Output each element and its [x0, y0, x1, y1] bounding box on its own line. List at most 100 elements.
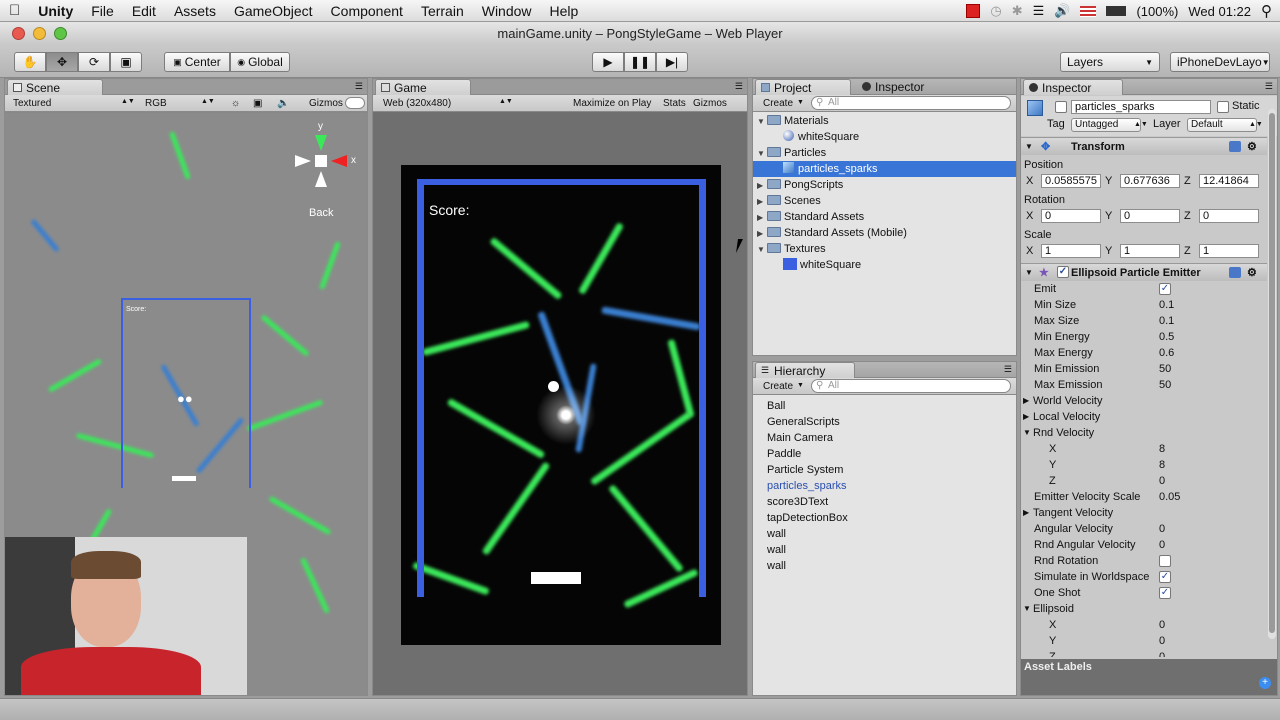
project-item[interactable]: ▶ Standard Assets (Mobile): [753, 225, 1016, 241]
flag-icon[interactable]: [1080, 5, 1097, 17]
render-mode-dropdown[interactable]: Textured: [13, 97, 131, 110]
move-tool-button[interactable]: ✥: [46, 52, 78, 72]
tab-project[interactable]: Project: [755, 79, 851, 95]
hand-tool-button[interactable]: ✋: [14, 52, 46, 72]
color-mode-dropdown[interactable]: RGB: [145, 97, 205, 110]
emitter-property-checkbox[interactable]: ✓: [1159, 571, 1171, 583]
fold-closed-icon[interactable]: ▶: [757, 178, 767, 194]
menu-component[interactable]: Component: [322, 0, 412, 22]
game-viewport[interactable]: Score:: [401, 165, 721, 645]
fold-open-icon[interactable]: ▼: [1025, 138, 1033, 156]
fold-closed-icon[interactable]: ▶: [757, 210, 767, 226]
menu-assets[interactable]: Assets: [165, 0, 225, 22]
pivot-center-button[interactable]: ▣ Center: [164, 52, 230, 72]
hierarchy-item[interactable]: GeneralScripts: [753, 414, 1016, 430]
active-checkbox[interactable]: [1055, 101, 1067, 113]
fold-closed-icon[interactable]: ▶: [757, 194, 767, 210]
tag-dropdown[interactable]: Untagged: [1071, 118, 1141, 132]
position-z-field[interactable]: 12.41864: [1199, 174, 1259, 188]
rotation-z-field[interactable]: 0: [1199, 209, 1259, 223]
fold-closed-icon[interactable]: ▶: [1023, 409, 1029, 425]
panel-menu-icon[interactable]: ☰: [735, 81, 743, 92]
scale-y-field[interactable]: 1: [1120, 244, 1180, 258]
emitter-property-checkbox[interactable]: ✓: [1159, 587, 1171, 599]
tab-hierarchy[interactable]: ☰ Hierarchy: [755, 362, 855, 378]
battery-icon[interactable]: [1106, 6, 1127, 16]
scene-audio-icon[interactable]: 🔈: [277, 97, 289, 110]
add-label-icon[interactable]: +: [1259, 677, 1271, 689]
hierarchy-item[interactable]: Ball: [753, 398, 1016, 414]
hierarchy-item[interactable]: wall: [753, 526, 1016, 542]
camera-gizmo-icon[interactable]: ●●: [177, 391, 193, 406]
inspector-scrollbar[interactable]: [1268, 109, 1276, 639]
inspector-scroll[interactable]: ▼ ✥ Transform ⚙ Position X 0.0585575 Y 0…: [1021, 137, 1267, 657]
project-item[interactable]: particles_sparks: [753, 161, 1016, 177]
panel-menu-icon[interactable]: ☰: [355, 81, 363, 92]
emitter-property-value[interactable]: 0.1: [1159, 297, 1174, 313]
layers-dropdown[interactable]: Layers ▼: [1060, 52, 1160, 72]
project-item[interactable]: whiteSquare: [753, 257, 1016, 273]
emitter-property-value[interactable]: 0: [1159, 537, 1165, 553]
record-icon[interactable]: [966, 4, 981, 18]
emitter-property-value[interactable]: 0.05: [1159, 489, 1180, 505]
emitter-property-value[interactable]: 0: [1159, 633, 1165, 649]
tab-game[interactable]: Game: [375, 79, 471, 95]
hierarchy-item[interactable]: tapDetectionBox: [753, 510, 1016, 526]
emitter-property-checkbox[interactable]: [1159, 555, 1171, 567]
menu-file[interactable]: File: [82, 0, 123, 22]
project-item[interactable]: ▶ Standard Assets: [753, 209, 1016, 225]
play-button[interactable]: ▶: [592, 52, 624, 72]
gear-icon[interactable]: ⚙: [1247, 264, 1257, 282]
project-item[interactable]: whiteSquare: [753, 129, 1016, 145]
emitter-enabled-checkbox[interactable]: ✓: [1057, 266, 1069, 278]
clock[interactable]: Wed 01:22: [1188, 4, 1251, 19]
wifi-icon[interactable]: ☰: [1033, 3, 1045, 19]
emitter-property-value[interactable]: 8: [1159, 457, 1165, 473]
project-item[interactable]: ▶ PongScripts: [753, 177, 1016, 193]
pivot-global-button[interactable]: ◉ Global: [230, 52, 290, 72]
scene-gizmos-dropdown[interactable]: Gizmos: [309, 97, 343, 110]
game-gizmos-toggle[interactable]: Gizmos: [693, 97, 727, 110]
scale-z-field[interactable]: 1: [1199, 244, 1259, 258]
layer-dropdown[interactable]: Default: [1187, 118, 1257, 132]
tab-inspector-secondary[interactable]: Inspector: [857, 79, 932, 95]
fold-closed-icon[interactable]: ▶: [1023, 393, 1029, 409]
scene-viewport[interactable]: Score: ●● y x Back: [5, 113, 367, 695]
apple-icon[interactable]: : [0, 0, 29, 22]
resolution-dropdown[interactable]: Web (320x480): [383, 97, 451, 110]
scale-tool-button[interactable]: ▣: [110, 52, 142, 72]
scene-lighting-icon[interactable]: ☼: [231, 97, 240, 110]
panel-menu-icon[interactable]: ☰: [1265, 81, 1273, 92]
menu-app[interactable]: Unity: [29, 0, 82, 22]
transform-header[interactable]: ▼ ✥ Transform ⚙: [1021, 137, 1267, 155]
hierarchy-item[interactable]: wall: [753, 558, 1016, 574]
hierarchy-item[interactable]: particles_sparks: [753, 478, 1016, 494]
hierarchy-item[interactable]: Paddle: [753, 446, 1016, 462]
project-item[interactable]: ▼ Textures: [753, 241, 1016, 257]
position-y-field[interactable]: 0.677636: [1120, 174, 1180, 188]
rotate-tool-button[interactable]: ⟳: [78, 52, 110, 72]
maximize-on-play-toggle[interactable]: Maximize on Play: [573, 97, 651, 110]
hierarchy-item[interactable]: wall: [753, 542, 1016, 558]
object-name-field[interactable]: particles_sparks: [1071, 100, 1211, 114]
project-create-dropdown[interactable]: Create: [763, 97, 793, 110]
hierarchy-search-field[interactable]: ⚲ All: [811, 379, 1011, 393]
pause-button[interactable]: ❚❚: [624, 52, 656, 72]
static-checkbox[interactable]: [1217, 101, 1229, 113]
stats-toggle[interactable]: Stats: [663, 97, 686, 110]
scene-orientation-gizmo[interactable]: y x: [291, 121, 361, 191]
fold-closed-icon[interactable]: ▶: [1023, 505, 1029, 521]
help-book-icon[interactable]: [1229, 141, 1241, 152]
project-item[interactable]: ▶ Scenes: [753, 193, 1016, 209]
spotlight-icon[interactable]: ⚲: [1261, 2, 1272, 20]
emitter-property-value[interactable]: 0.6: [1159, 345, 1174, 361]
fold-open-icon[interactable]: ▼: [757, 114, 767, 130]
menu-window[interactable]: Window: [473, 0, 541, 22]
scene-image-icon[interactable]: ▣: [253, 97, 262, 110]
fold-open-icon[interactable]: ▼: [757, 242, 767, 258]
emitter-property-value[interactable]: 50: [1159, 361, 1171, 377]
volume-icon[interactable]: 🔊: [1054, 3, 1070, 19]
help-book-icon[interactable]: [1229, 267, 1241, 278]
project-search-field[interactable]: ⚲ All: [811, 96, 1011, 110]
emitter-property-checkbox[interactable]: ✓: [1159, 283, 1171, 295]
